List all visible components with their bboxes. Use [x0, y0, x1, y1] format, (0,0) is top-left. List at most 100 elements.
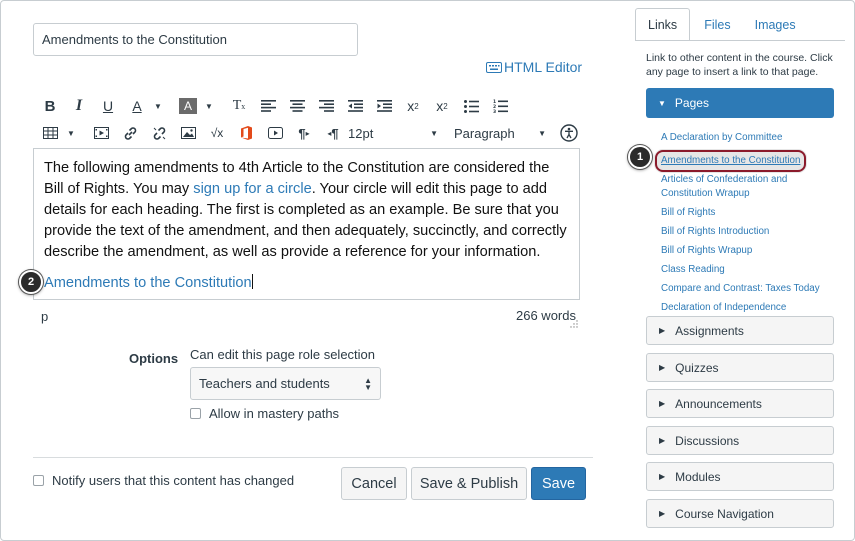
- save-button[interactable]: Save: [531, 467, 586, 500]
- superscript-button[interactable]: x2: [404, 95, 422, 117]
- subscript-mark: 2: [443, 101, 448, 111]
- equation-icon[interactable]: √x: [208, 122, 226, 144]
- chevron-down-icon: ▼: [430, 128, 438, 138]
- tab-links[interactable]: Links: [635, 8, 691, 41]
- clear-formatting-button[interactable]: Tx: [230, 95, 248, 117]
- sidebar-help-text: Link to other content in the course. Cli…: [646, 52, 833, 78]
- clear-formatting-label: T: [232, 98, 242, 113]
- subscript-button[interactable]: x2: [433, 95, 451, 117]
- font-size-select[interactable]: 12pt ▼: [348, 122, 438, 144]
- notify-users-row[interactable]: Notify users that this content has chang…: [33, 473, 294, 488]
- office-icon[interactable]: [237, 122, 255, 144]
- caret-right-icon: ▶: [659, 326, 666, 335]
- page-link-class-reading[interactable]: Class Reading: [661, 263, 836, 277]
- cancel-button[interactable]: Cancel: [341, 467, 407, 500]
- element-path: p: [41, 309, 49, 324]
- rich-text-editor[interactable]: The following amendments to 4th Article …: [33, 148, 580, 300]
- align-right-icon[interactable]: [317, 95, 335, 117]
- options-label: Options: [129, 351, 179, 366]
- video-icon[interactable]: [266, 122, 284, 144]
- rtl-icon[interactable]: ◂ ¶: [324, 122, 342, 144]
- underline-button[interactable]: U: [99, 95, 117, 117]
- divider: [33, 457, 593, 458]
- align-center-icon[interactable]: [288, 95, 306, 117]
- role-select[interactable]: Teachers and students ▲ ▼: [190, 367, 381, 400]
- outdent-icon[interactable]: [346, 95, 364, 117]
- align-left-icon[interactable]: [259, 95, 277, 117]
- chevron-down-icon[interactable]: ▼: [62, 122, 80, 144]
- page-link-compare-contrast[interactable]: Compare and Contrast: Taxes Today: [661, 282, 836, 296]
- text-cursor: [251, 274, 253, 289]
- notify-users-checkbox[interactable]: [33, 475, 44, 486]
- tab-files[interactable]: Files: [692, 8, 742, 41]
- mastery-paths-checkbox[interactable]: [190, 408, 201, 419]
- select-arrows-icon: ▲ ▼: [364, 375, 372, 392]
- page-link-bill-of-rights-intro[interactable]: Bill of Rights Introduction: [661, 225, 836, 239]
- font-color-button[interactable]: A: [128, 95, 146, 117]
- indent-icon[interactable]: [375, 95, 393, 117]
- pages-list: A Declaration by Committee Amendments to…: [654, 131, 836, 320]
- callout-badge-1: 1: [628, 145, 652, 169]
- superscript-mark: 2: [414, 101, 419, 111]
- table-icon[interactable]: [41, 122, 59, 144]
- inserted-link-text: Amendments to the Constitution: [44, 275, 252, 291]
- background-color-button[interactable]: A: [179, 98, 197, 114]
- caret-right-icon: ▶: [659, 472, 666, 481]
- sign-up-circle-link[interactable]: sign up for a circle: [193, 181, 311, 197]
- media-icon[interactable]: [92, 122, 110, 144]
- image-icon[interactable]: [179, 122, 197, 144]
- save-publish-button[interactable]: Save & Publish: [411, 467, 527, 500]
- inserted-page-link[interactable]: Amendments to the Constitution: [44, 273, 569, 294]
- page-link-declaration-independence[interactable]: Declaration of Independence: [661, 301, 836, 315]
- bold-button[interactable]: B: [41, 95, 59, 117]
- page-link-bill-of-rights-wrapup[interactable]: Bill of Rights Wrapup: [661, 244, 836, 258]
- quizzes-accordion[interactable]: ▶ Quizzes: [646, 353, 834, 382]
- tab-images[interactable]: Images: [743, 8, 808, 41]
- numbered-list-icon[interactable]: 123: [491, 95, 509, 117]
- discussions-label: Discussions: [675, 433, 740, 448]
- link-icon[interactable]: [121, 122, 139, 144]
- callout-badge-2: 2: [19, 270, 43, 294]
- announcements-label: Announcements: [675, 396, 762, 411]
- chevron-down-icon[interactable]: ▼: [149, 95, 167, 117]
- page-link-declaration-committee[interactable]: A Declaration by Committee: [661, 131, 836, 145]
- unlink-icon[interactable]: [150, 122, 168, 144]
- modules-accordion[interactable]: ▶ Modules: [646, 462, 834, 491]
- ltr-icon[interactable]: ¶ ▸: [295, 122, 313, 144]
- mastery-paths-row[interactable]: Allow in mastery paths: [190, 406, 339, 421]
- subscript-label: x: [436, 98, 444, 114]
- editor-toolbar-row-2: ▼ √x ¶ ▸ ◂ ¶: [33, 121, 353, 145]
- caret-right-icon: ▶: [659, 363, 666, 372]
- caret-down-icon: ▼: [658, 98, 666, 108]
- quizzes-label: Quizzes: [675, 360, 719, 375]
- bullet-list-icon[interactable]: [462, 95, 480, 117]
- html-editor-label: HTML Editor: [504, 59, 583, 75]
- page-link-amendments[interactable]: Amendments to the Constitution: [654, 150, 807, 172]
- html-editor-link[interactable]: HTML Editor: [486, 58, 582, 76]
- tab-divider: [635, 40, 845, 41]
- superscript-label: x: [407, 98, 415, 114]
- accessibility-icon[interactable]: [560, 124, 578, 142]
- italic-button[interactable]: I: [70, 95, 88, 117]
- announcements-accordion[interactable]: ▶ Announcements: [646, 389, 834, 418]
- caret-right-icon: ▶: [659, 509, 666, 518]
- pages-accordion-header[interactable]: ▼ Pages: [646, 88, 834, 118]
- chevron-down-icon: ▼: [538, 128, 546, 138]
- chevron-down-icon[interactable]: ▼: [200, 95, 218, 117]
- course-navigation-label: Course Navigation: [675, 506, 774, 521]
- role-select-value: Teachers and students: [199, 376, 330, 391]
- editor-paragraph: The following amendments to 4th Article …: [44, 158, 569, 263]
- page-link-articles-confederation[interactable]: Articles of Confederation and Constituti…: [661, 173, 801, 200]
- svg-text:3: 3: [493, 109, 496, 113]
- course-navigation-accordion[interactable]: ▶ Course Navigation: [646, 499, 834, 528]
- modules-label: Modules: [675, 469, 721, 484]
- notify-users-label: Notify users that this content has chang…: [52, 473, 295, 488]
- discussions-accordion[interactable]: ▶ Discussions: [646, 426, 834, 455]
- block-format-select[interactable]: Paragraph ▼: [454, 122, 546, 144]
- assignments-accordion[interactable]: ▶ Assignments: [646, 316, 834, 345]
- page-title-input[interactable]: Amendments to the Constitution: [33, 23, 358, 56]
- caret-right-icon: ▶: [659, 436, 666, 445]
- page-link-bill-of-rights[interactable]: Bill of Rights: [661, 206, 836, 220]
- resize-handle-icon[interactable]: [570, 320, 578, 328]
- word-count: 266 words: [516, 308, 576, 323]
